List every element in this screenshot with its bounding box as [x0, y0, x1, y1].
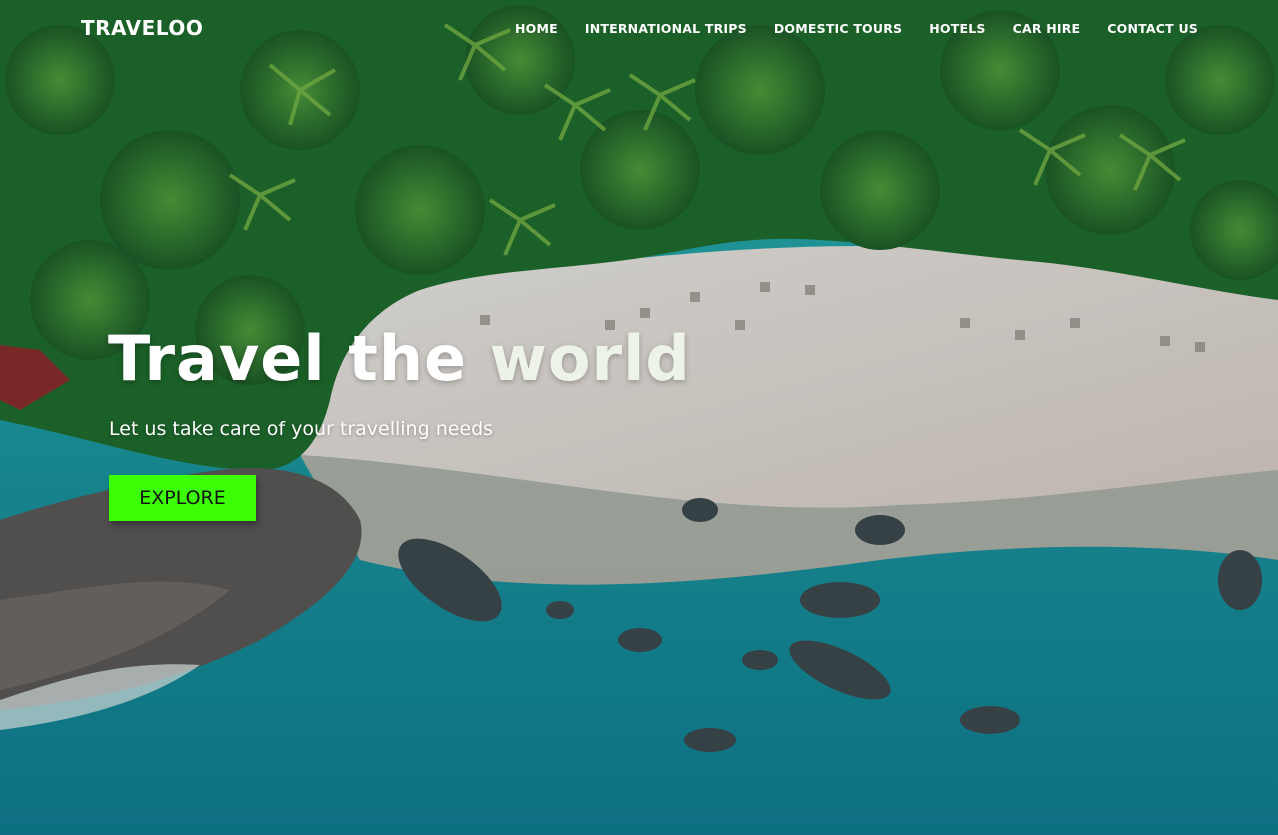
nav-item-hotels[interactable]: HOTELS — [929, 21, 985, 36]
nav-item-home[interactable]: HOME — [515, 21, 558, 36]
hero-title: Travel the world — [108, 322, 691, 395]
nav-item-contact-us[interactable]: CONTACT US — [1107, 21, 1198, 36]
hero-subtitle: Let us take care of your travelling need… — [109, 418, 494, 440]
nav-item-international-trips[interactable]: INTERNATIONAL TRIPS — [585, 21, 747, 36]
hero-title-part1: Travel the — [108, 322, 468, 395]
page: TRAVELOO HOME INTERNATIONAL TRIPS DOMEST… — [0, 0, 1278, 835]
navbar: TRAVELOO HOME INTERNATIONAL TRIPS DOMEST… — [0, 0, 1278, 56]
nav-links: HOME INTERNATIONAL TRIPS DOMESTIC TOURS … — [515, 21, 1198, 36]
hero-title-part2: world — [489, 322, 691, 395]
nav-item-domestic-tours[interactable]: DOMESTIC TOURS — [774, 21, 902, 36]
explore-button[interactable]: EXPLORE — [109, 475, 256, 521]
logo[interactable]: TRAVELOO — [81, 16, 203, 40]
nav-item-car-hire[interactable]: CAR HIRE — [1013, 21, 1081, 36]
